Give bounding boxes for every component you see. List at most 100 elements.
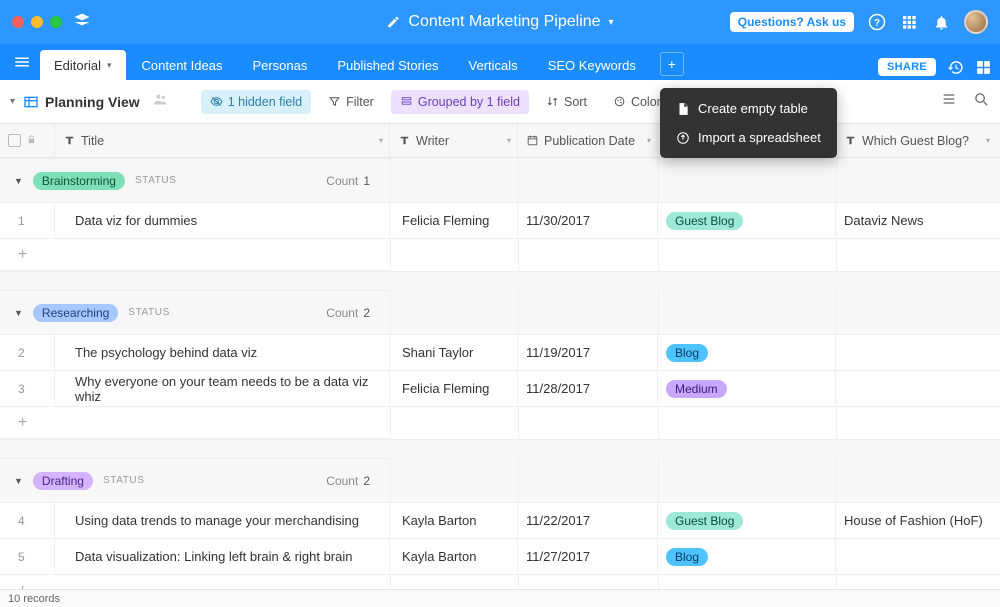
add-row-button[interactable]: + [0,239,390,271]
add-row-button[interactable]: + [0,575,390,589]
status-bar: 10 records [0,589,1000,607]
status-chip: Brainstorming [33,172,125,190]
filter-icon [328,95,341,108]
tab-verticals[interactable]: Verticals [455,50,532,80]
row-number: 1 [0,203,55,238]
palette-icon [613,95,626,108]
filter-button[interactable]: Filter [319,90,383,114]
table-row[interactable]: 3Why everyone on your team needs to be a… [0,371,1000,407]
sidebar-toggle-icon[interactable] [8,44,36,80]
search-icon[interactable] [973,91,990,113]
cell-publication-date[interactable]: 11/19/2017 [518,335,658,370]
cell-guest-blog[interactable] [836,539,996,574]
cell-publication-date[interactable]: 11/28/2017 [518,371,658,406]
cell-title[interactable]: Data viz for dummies [55,203,390,238]
cell-publication-location[interactable]: Blog [658,539,836,574]
add-row-button[interactable]: + [0,407,390,439]
tab-seo-keywords[interactable]: SEO Keywords [534,50,650,80]
location-chip: Medium [666,380,727,398]
group-header[interactable]: ▼DraftingSTATUSCount 2 [0,458,390,502]
apps-grid-icon[interactable] [900,13,918,31]
cell-title[interactable]: Why everyone on your team needs to be a … [55,371,390,406]
minimize-window-button[interactable] [31,16,43,28]
cell-publication-location[interactable]: Guest Blog [658,503,836,538]
row-height-icon[interactable] [941,91,957,112]
help-questions-button[interactable]: Questions? Ask us [730,12,854,32]
grid-body[interactable]: ▼BrainstormingSTATUSCount 11Data viz for… [0,158,1000,589]
tab-content-ideas[interactable]: Content Ideas [128,50,237,80]
pencil-icon [386,15,400,29]
window-titlebar: Content Marketing Pipeline ▾ Questions? … [0,0,1000,44]
tab-personas[interactable]: Personas [238,50,321,80]
create-empty-table-item[interactable]: Create empty table [660,94,837,123]
checkbox-icon[interactable] [8,134,21,147]
cell-writer[interactable]: Felicia Fleming [390,371,518,406]
caret-down-icon: ▼ [14,176,23,186]
file-icon [676,102,690,116]
table-row[interactable]: 5Data visualization: Linking left brain … [0,539,1000,575]
caret-down-icon: ▼ [14,476,23,486]
cell-guest-blog[interactable]: Dataviz News [836,203,996,238]
tab-editorial[interactable]: Editorial▾ [40,50,126,80]
table-row[interactable]: 2The psychology behind data vizShani Tay… [0,335,1000,371]
bell-icon[interactable] [932,13,950,31]
cell-title[interactable]: Using data trends to manage your merchan… [55,503,390,538]
cell-publication-date[interactable]: 11/22/2017 [518,503,658,538]
table-row[interactable]: 4Using data trends to manage your mercha… [0,503,1000,539]
cell-publication-location[interactable]: Guest Blog [658,203,836,238]
calendar-icon [526,134,539,147]
column-header-guest-blog[interactable]: Which Guest Blog?▾ [836,124,996,157]
cell-publication-location[interactable]: Medium [658,371,836,406]
cell-publication-location[interactable]: Blog [658,335,836,370]
tab-published-stories[interactable]: Published Stories [323,50,452,80]
maximize-window-button[interactable] [50,16,62,28]
cell-title[interactable]: Data visualization: Linking left brain &… [55,539,390,574]
location-chip: Blog [666,548,708,566]
user-avatar[interactable] [964,10,988,34]
cell-writer[interactable]: Kayla Barton [390,539,518,574]
import-spreadsheet-item[interactable]: Import a spreadsheet [660,123,837,152]
caret-down-icon: ▼ [14,308,23,318]
eye-off-icon [210,95,223,108]
close-window-button[interactable] [12,16,24,28]
base-title[interactable]: Content Marketing Pipeline ▾ [386,13,613,31]
share-button[interactable]: SHARE [878,58,936,76]
cell-publication-date[interactable]: 11/30/2017 [518,203,658,238]
cell-guest-blog[interactable] [836,335,996,370]
location-chip: Guest Blog [666,512,743,530]
column-header-checkbox[interactable] [0,124,55,157]
group-header[interactable]: ▼BrainstormingSTATUSCount 1 [0,158,390,202]
hidden-fields-button[interactable]: 1 hidden field [201,90,311,114]
help-icon[interactable]: ? [868,13,886,31]
group-count: Count 2 [326,474,376,488]
view-name[interactable]: Planning View [23,94,140,110]
lock-icon [26,134,37,148]
chevron-down-icon: ▾ [507,136,511,145]
view-switcher-caret-icon[interactable]: ▾ [10,96,15,107]
cell-guest-blog[interactable] [836,371,996,406]
column-header-writer[interactable]: Writer▾ [390,124,518,157]
group-icon [400,95,413,108]
table-row[interactable]: 1Data viz for dummiesFelicia Fleming11/3… [0,203,1000,239]
add-table-button[interactable]: + [660,52,684,76]
cell-title[interactable]: The psychology behind data viz [55,335,390,370]
status-chip: Drafting [33,472,93,490]
cell-writer[interactable]: Felicia Fleming [390,203,518,238]
sort-button[interactable]: Sort [537,90,596,114]
svg-text:?: ? [874,18,880,29]
status-chip: Researching [33,304,118,322]
blocks-icon[interactable] [974,58,992,76]
add-table-dropdown: Create empty table Import a spreadsheet [660,88,837,158]
cell-guest-blog[interactable]: House of Fashion (HoF) [836,503,996,538]
cell-publication-date[interactable]: 11/27/2017 [518,539,658,574]
group-button[interactable]: Grouped by 1 field [391,90,529,114]
column-header-title[interactable]: Title▾ [55,124,390,157]
upload-icon [676,131,690,145]
history-icon[interactable] [946,58,964,76]
text-field-icon [398,134,411,147]
group-header[interactable]: ▼ResearchingSTATUSCount 2 [0,290,390,334]
column-header-publication-date[interactable]: Publication Date▾ [518,124,658,157]
cell-writer[interactable]: Shani Taylor [390,335,518,370]
collaborators-icon[interactable] [152,91,169,113]
cell-writer[interactable]: Kayla Barton [390,503,518,538]
